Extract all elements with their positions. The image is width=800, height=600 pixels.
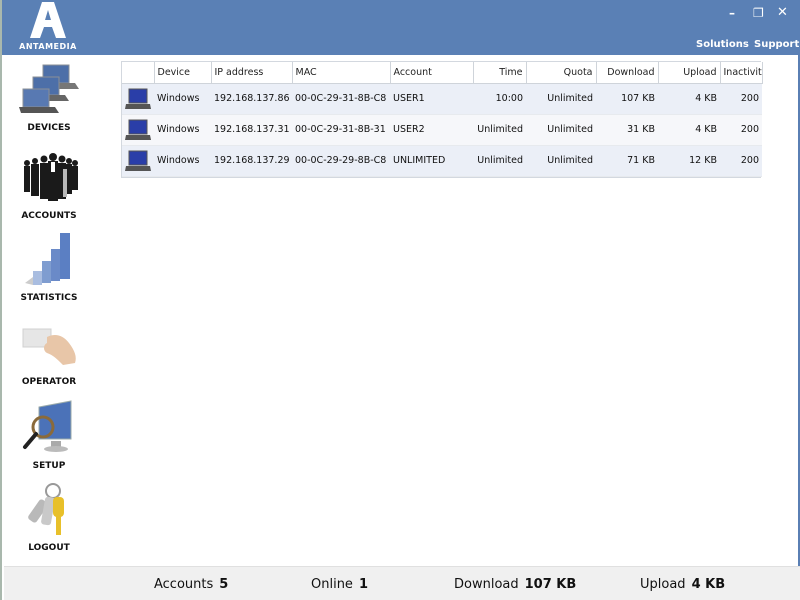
cell-ip: 192.168.137.86 [211,83,292,115]
online-label: Online [311,577,353,592]
column-header-inactivity[interactable]: Inactivity [720,62,763,84]
sidebar-label-devices: DEVICES [27,123,71,133]
sidebar-item-devices[interactable]: DEVICES [4,61,94,133]
keys-icon [28,483,64,535]
cell-mac: 00-0C-29-31-8B-C8 [292,83,390,115]
laptops-icon [19,64,79,113]
sidebar-label-statistics: STATISTICS [20,293,78,303]
table-row[interactable]: Windows 192.168.137.29 00-0C-29-29-8B-C8… [122,145,762,177]
cell-device: Windows [154,83,211,115]
cell-time: Unlimited [473,145,526,177]
cell-download: 31 KB [596,114,658,146]
sidebar-label-accounts: ACCOUNTS [21,211,77,221]
cell-mac: 00-0C-29-31-8B-31 [292,114,390,146]
accounts-count: 5 [219,577,229,592]
column-header-mac[interactable]: MAC [292,62,391,84]
bar-chart-icon [25,233,70,285]
minimize-button[interactable]: – [729,6,735,20]
cell-download: 107 KB [596,83,658,115]
upload-stat: Upload 4 KB [640,577,725,592]
cell-device: Windows [154,145,211,177]
cell-ip: 192.168.137.29 [211,145,292,177]
cell-quota: Unlimited [526,145,596,177]
sidebar-item-statistics[interactable]: STATISTICS [4,231,94,303]
sidebar-item-accounts[interactable]: ACCOUNTS [4,149,94,221]
download-stat: Download 107 KB [454,577,576,592]
cell-upload: 4 KB [658,83,720,115]
laptop-icon [125,150,151,171]
sidebar-item-setup[interactable]: SETUP [4,399,94,471]
cell-download: 71 KB [596,145,658,177]
logo-a-icon [30,2,66,38]
sidebar-nav: DEVICES ACCOUNTS STATISTICS OPERATOR SET… [4,55,94,565]
hand-card-icon [22,328,76,365]
cell-account: USER1 [390,83,473,115]
sidebar-label-setup: SETUP [32,461,66,471]
column-header-icon[interactable] [122,62,155,84]
antamedia-logo: ANTAMEDIA [16,2,80,52]
cell-time: Unlimited [473,114,526,146]
cell-inactivity: 200 [720,114,762,146]
device-icon-cell [122,145,154,177]
cell-quota: Unlimited [526,114,596,146]
cell-mac: 00-0C-29-29-8B-C8 [292,145,390,177]
laptop-icon [125,119,151,140]
column-header-upload[interactable]: Upload [658,62,721,84]
sidebar-label-operator: OPERATOR [21,377,77,387]
devices-table: Device IP address MAC Account Time Quota… [121,61,763,178]
app-window: ANTAMEDIA – ❐ ✕ Solutions Support DEVICE… [0,0,800,600]
accounts-label: Accounts [154,577,214,592]
column-header-device[interactable]: Device [154,62,212,84]
cell-inactivity: 200 [720,83,762,115]
solutions-link[interactable]: Solutions [696,39,749,50]
monitor-magnifier-icon [23,400,72,452]
device-icon-cell [122,114,154,146]
title-bar: ANTAMEDIA – ❐ ✕ Solutions Support [2,0,800,55]
table-row[interactable]: Windows 192.168.137.31 00-0C-29-31-8B-31… [122,114,762,146]
brand-name: ANTAMEDIA [19,42,77,51]
column-header-quota[interactable]: Quota [526,62,597,84]
cell-ip: 192.168.137.31 [211,114,292,146]
online-count: 1 [358,577,368,592]
status-bar: Accounts 5 Online 1 Download 107 KB Upload 4… [4,566,800,600]
column-header-ip[interactable]: IP address [211,62,293,84]
column-header-account[interactable]: Account [390,62,474,84]
people-icon [24,153,78,201]
close-button[interactable]: ✕ [777,6,788,20]
cell-account: UNLIMITED [390,145,473,177]
support-link[interactable]: Support [754,39,799,50]
sidebar-item-operator[interactable]: OPERATOR [4,315,94,387]
cell-account: USER2 [390,114,473,146]
download-label: Download [454,577,519,592]
upload-total: 4 KB [691,577,726,592]
cell-device: Windows [154,114,211,146]
column-header-time[interactable]: Time [473,62,527,84]
cell-quota: Unlimited [526,83,596,115]
accounts-stat: Accounts 5 [154,577,228,592]
restore-button[interactable]: ❐ [753,6,764,20]
column-header-download[interactable]: Download [596,62,659,84]
cell-time: 10:00 [473,83,526,115]
table-row[interactable]: Windows 192.168.137.86 00-0C-29-31-8B-C8… [122,83,762,115]
upload-label: Upload [640,577,686,592]
sidebar-label-logout: LOGOUT [28,543,70,553]
online-stat: Online 1 [311,577,368,592]
cell-upload: 4 KB [658,114,720,146]
table-header-row: Device IP address MAC Account Time Quota… [122,62,763,84]
cell-upload: 12 KB [658,145,720,177]
sidebar-item-logout[interactable]: LOGOUT [4,481,94,553]
laptop-icon [125,88,151,109]
device-icon-cell [122,83,154,115]
download-total: 107 KB [524,577,577,592]
cell-inactivity: 200 [720,145,762,177]
